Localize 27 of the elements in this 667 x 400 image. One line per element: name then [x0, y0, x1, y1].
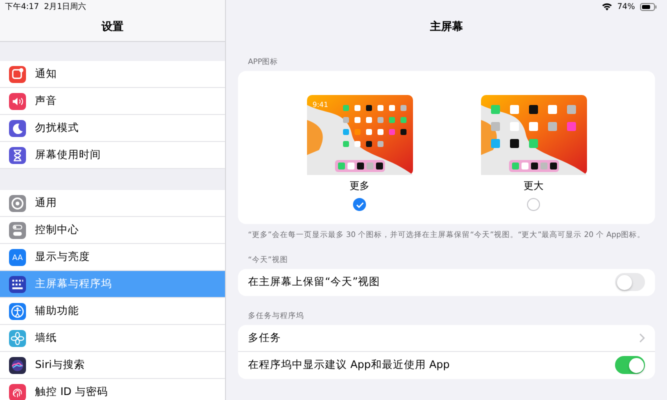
- setting-label: 在程序坞中显示建议 App和最近使用 App: [248, 358, 450, 372]
- option-label: 更多: [350, 180, 370, 193]
- sidebar-item[interactable]: 声音: [0, 88, 225, 115]
- page-title: 主屏幕: [430, 20, 463, 33]
- chevron-icon: [639, 332, 645, 343]
- option-label: 更大: [524, 180, 544, 193]
- sidebar-item[interactable]: 控制中心: [0, 217, 225, 244]
- sidebar-item[interactable]: Siri与搜索: [0, 352, 225, 379]
- setting-label: 多任务: [248, 330, 281, 345]
- wifi-icon: [602, 2, 612, 10]
- radio-button[interactable]: [527, 198, 540, 211]
- status-date: 2月1日周六: [44, 1, 86, 12]
- sidebar-item[interactable]: 勿扰模式: [0, 115, 225, 142]
- sidebar-item[interactable]: 辅助功能: [0, 298, 225, 325]
- toggle-switch[interactable]: [615, 273, 645, 292]
- sidebar-item[interactable]: 墙纸: [0, 325, 225, 352]
- toggle-switch[interactable]: [615, 356, 645, 374]
- radio-button[interactable]: [353, 198, 366, 211]
- sidebar-item[interactable]: 通知: [0, 61, 225, 88]
- setting-label: 在主屏幕上保留“今天”视图: [248, 275, 380, 290]
- status-time: 下午4:17: [5, 1, 39, 12]
- battery-percent: 74%: [617, 2, 635, 11]
- sidebar-item[interactable]: 屏幕使用时间: [0, 142, 225, 169]
- sidebar-item[interactable]: 通用: [0, 190, 225, 217]
- sidebar-item[interactable]: 触控 ID 与密码: [0, 379, 225, 400]
- battery-icon: [640, 2, 657, 10]
- checkmark-icon: [356, 202, 364, 208]
